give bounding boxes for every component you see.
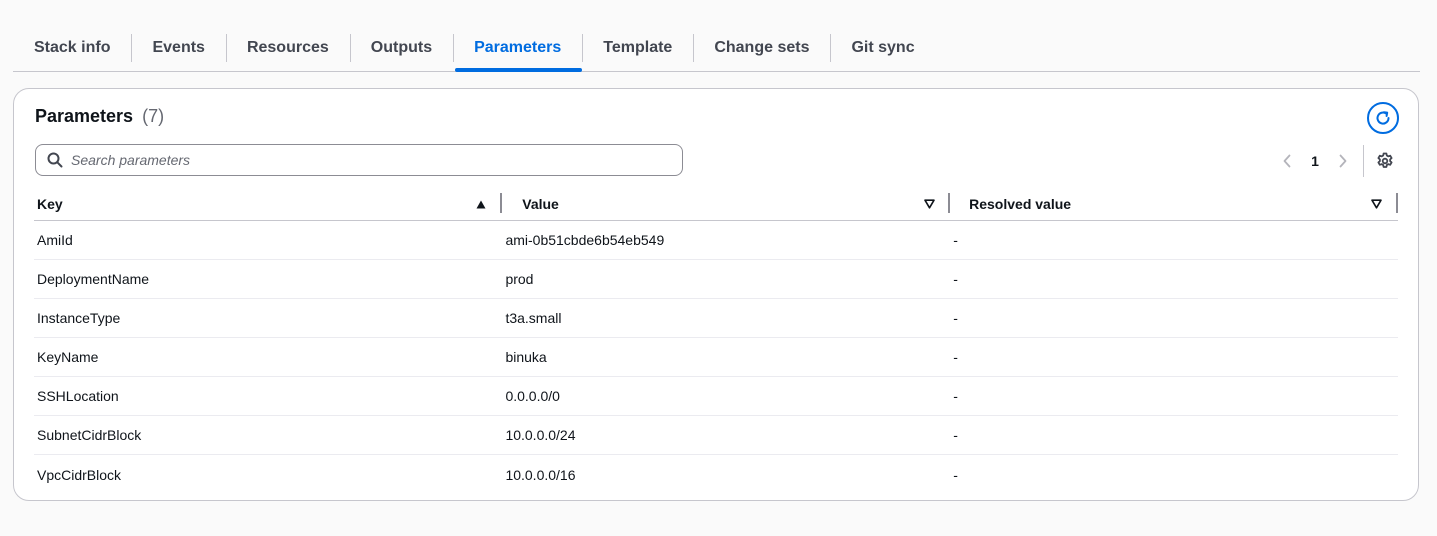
tab-change-sets[interactable]: Change sets	[693, 26, 830, 70]
tab-outputs[interactable]: Outputs	[349, 26, 453, 70]
refresh-button[interactable]	[1367, 102, 1399, 134]
table-row: AmiId ami-0b51cbde6b54eb549 -	[34, 221, 1398, 260]
cell-key: VpcCidrBlock	[37, 466, 122, 483]
table-row: VpcCidrBlock 10.0.0.0/16 -	[34, 455, 1398, 494]
cell-value: prod	[505, 271, 534, 287]
cell-value: 10.0.0.0/16	[505, 466, 576, 483]
table-row: SubnetCidrBlock 10.0.0.0/24 -	[34, 416, 1398, 455]
table-row: DeploymentName prod -	[34, 260, 1398, 299]
cell-resolved-value: -	[953, 466, 958, 483]
cell-resolved-value: -	[953, 232, 958, 248]
pagination-divider	[1363, 145, 1364, 177]
previous-page-button[interactable]	[1273, 147, 1301, 175]
parameter-count: (7)	[142, 106, 165, 126]
tab-stack-info[interactable]: Stack info	[13, 26, 131, 70]
page-number[interactable]: 1	[1301, 153, 1329, 169]
chevron-left-icon	[1283, 154, 1291, 168]
cell-key: AmiId	[37, 232, 73, 248]
cell-resolved-value: -	[953, 271, 958, 287]
table-row: KeyName binuka -	[34, 338, 1398, 377]
cell-key: KeyName	[37, 349, 99, 365]
tab-events[interactable]: Events	[131, 26, 225, 70]
tab-template[interactable]: Template	[582, 26, 693, 70]
tab-resources[interactable]: Resources	[225, 26, 350, 70]
pagination: 1	[1273, 145, 1398, 177]
panel-title-text: Parameters	[35, 106, 134, 126]
table-header: Key Value Resolved value	[34, 188, 1398, 221]
cell-value: t3a.small	[505, 310, 562, 326]
cell-key: SSHLocation	[37, 388, 119, 404]
parameters-panel: Parameters (7) 1	[13, 88, 1419, 501]
panel-title: Parameters (7)	[35, 106, 164, 127]
cell-value: ami-0b51cbde6b54eb549	[505, 232, 665, 248]
column-header-key[interactable]: Key	[34, 188, 503, 220]
cell-resolved-value: -	[953, 388, 958, 404]
cell-key: InstanceType	[37, 310, 121, 326]
search-icon	[47, 152, 63, 168]
sort-descending-outline-icon[interactable]	[922, 197, 936, 211]
cell-key: DeploymentName	[37, 271, 150, 287]
search-input[interactable]	[71, 152, 651, 168]
gear-icon	[1377, 152, 1393, 168]
column-header-value[interactable]: Value	[502, 188, 951, 220]
column-header-label: Key	[37, 196, 63, 212]
tab-parameters[interactable]: Parameters	[453, 26, 583, 72]
table-row: InstanceType t3a.small -	[34, 299, 1398, 338]
cell-resolved-value: -	[953, 349, 958, 365]
chevron-right-icon	[1339, 154, 1347, 168]
column-header-label: Value	[522, 196, 559, 212]
search-box	[35, 144, 683, 176]
table-row: SSHLocation 0.0.0.0/0 -	[34, 377, 1398, 416]
column-header-resolved-value[interactable]: Resolved value	[950, 188, 1398, 220]
refresh-icon	[1376, 111, 1390, 125]
tab-git-sync[interactable]: Git sync	[830, 26, 935, 70]
cell-resolved-value: -	[953, 310, 958, 326]
sort-descending-outline-icon[interactable]	[1370, 197, 1384, 211]
cell-key: SubnetCidrBlock	[37, 427, 142, 443]
cell-value: 0.0.0.0/0	[505, 388, 560, 404]
cell-resolved-value: -	[953, 427, 958, 443]
cell-value: binuka	[505, 349, 547, 365]
cell-value: 10.0.0.0/24	[505, 427, 576, 443]
column-header-label: Resolved value	[969, 196, 1072, 212]
next-page-button[interactable]	[1329, 147, 1357, 175]
tab-bar: Stack info Events Resources Outputs Para…	[13, 26, 1420, 72]
parameters-table: Key Value Resolved value AmiId ami-0b51c…	[34, 188, 1398, 494]
sort-ascending-icon[interactable]	[474, 197, 488, 211]
preferences-button[interactable]	[1372, 147, 1398, 175]
table-body: AmiId ami-0b51cbde6b54eb549 - Deployment…	[34, 221, 1398, 494]
column-resizer[interactable]	[1395, 193, 1398, 213]
